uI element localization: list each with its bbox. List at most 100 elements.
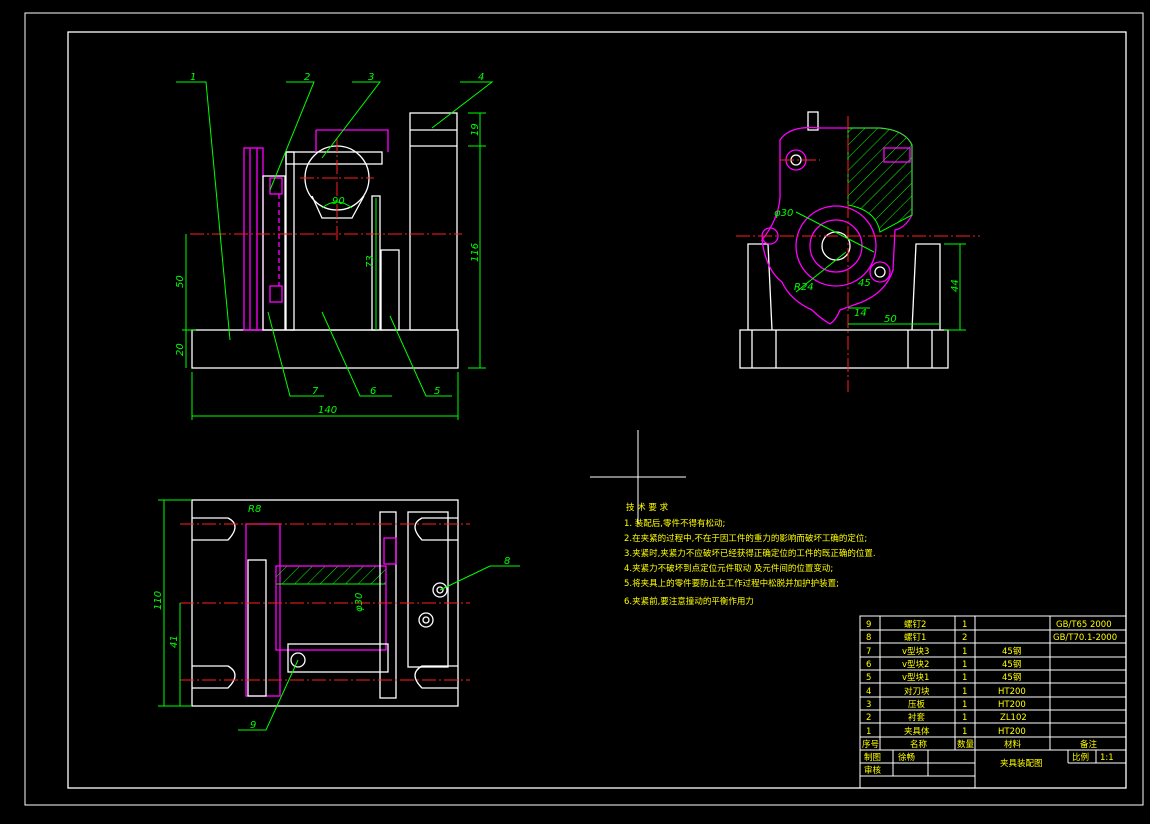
balloon-6: 6: [370, 386, 376, 397]
balloon-4: 4: [478, 72, 484, 83]
dim-110: 110: [153, 591, 164, 610]
parts-list: 9 螺钉2 1 GB/T65 2000 8 螺钉1 2 GB/T70.1-200…: [859, 615, 1127, 789]
dim-phi30-top: φ30: [354, 593, 365, 612]
balloon-5: 5: [434, 386, 440, 397]
svg-text:45钢: 45钢: [1002, 659, 1021, 670]
dim-19: 19: [470, 123, 481, 136]
tech-req-line-1: 1. 装配后,零件不得有松动;: [624, 518, 725, 529]
svg-text:45钢: 45钢: [1002, 672, 1021, 683]
dim-90: 90: [332, 196, 345, 207]
check-label: 审核: [864, 765, 882, 776]
clamp-plate: [285, 151, 383, 165]
top-view: 110 41 R8 φ30 8 9: [153, 499, 520, 731]
dim-R24: R24: [794, 282, 814, 293]
parts-row-9: 9 螺钉2 1 GB/T65 2000: [866, 619, 1112, 630]
svg-text:1: 1: [962, 713, 967, 723]
dim-140: 140: [318, 405, 337, 416]
svg-text:GB/T70.1-2000: GB/T70.1-2000: [1053, 633, 1117, 643]
parts-row-7: 7 v型块3 1 45钢: [866, 646, 1021, 657]
dim-73: 73: [365, 255, 376, 268]
svg-text:ZL102: ZL102: [1000, 713, 1027, 723]
side-view: φ30 R24 45 14 50 44: [736, 111, 980, 392]
svg-text:3: 3: [866, 700, 871, 710]
dim-phi30-side: φ30: [774, 208, 793, 219]
side-base: [739, 329, 949, 369]
tech-req-line-6: 6.夹紧前,要注意撞动的平衡作用力: [624, 596, 754, 607]
drawn-label: 制图: [864, 752, 881, 763]
parts-row-8: 8 螺钉1 2 GB/T70.1-2000: [866, 632, 1117, 643]
svg-text:5: 5: [866, 673, 871, 683]
svg-text:材料: 材料: [1004, 739, 1022, 750]
parts-row-4: 4 对刀块 1 HT200: [866, 686, 1026, 697]
svg-text:8: 8: [866, 633, 871, 643]
drawn-value: 徐畅: [898, 752, 916, 763]
svg-text:1: 1: [962, 673, 967, 683]
svg-text:衬套: 衬套: [908, 712, 926, 723]
svg-text:1: 1: [962, 700, 967, 710]
svg-text:2: 2: [962, 633, 967, 643]
svg-text:数量: 数量: [957, 739, 975, 750]
front-dimensions: 140 116 19 73 50 20 90: [175, 112, 486, 420]
parts-row-2: 2 衬套 1 ZL102: [866, 712, 1027, 723]
left-upright: [285, 151, 295, 331]
svg-text:备注: 备注: [1080, 739, 1098, 750]
section-hatch: [847, 127, 913, 233]
balloon-2: 2: [304, 72, 310, 83]
svg-text:压板: 压板: [908, 699, 926, 710]
tech-req-line-3: 3.夹紧时,夹紧力不应破坏已经获得正确定位的工件的既正确的位置.: [624, 548, 876, 559]
svg-text:2: 2: [866, 713, 871, 723]
scale-value: 1:1: [1100, 753, 1114, 763]
dim-20: 20: [175, 343, 186, 356]
svg-text:1: 1: [962, 660, 967, 670]
balloon-3: 3: [368, 72, 374, 83]
parts-row-6: 6 v型块2 1 45钢: [866, 659, 1021, 670]
dim-14: 14: [854, 308, 867, 319]
svg-text:对刀块: 对刀块: [904, 686, 930, 697]
balloon-8: 8: [504, 556, 510, 567]
svg-text:6: 6: [866, 660, 871, 670]
parts-header-row: 序号 名称 数量 材料 备注: [862, 739, 1098, 750]
svg-text:名称: 名称: [910, 739, 928, 750]
dim-R8: R8: [248, 504, 261, 515]
svg-text:HT200: HT200: [998, 687, 1026, 697]
svg-text:1: 1: [962, 687, 967, 697]
svg-text:1: 1: [962, 620, 967, 630]
svg-text:1: 1: [962, 647, 967, 657]
cad-drawing-canvas[interactable]: 140 116 19 73 50 20 90 1 2 3 4 5 6 7 φ30…: [0, 0, 1150, 824]
svg-text:序号: 序号: [862, 739, 879, 750]
svg-text:45钢: 45钢: [1002, 646, 1021, 657]
dim-50: 50: [175, 275, 186, 288]
scale-label: 比例: [1072, 752, 1089, 763]
svg-text:v型块3: v型块3: [902, 646, 929, 657]
svg-text:夹具体: 夹具体: [904, 726, 930, 737]
svg-text:9: 9: [866, 620, 871, 630]
svg-text:v型块2: v型块2: [902, 659, 929, 670]
svg-text:HT200: HT200: [998, 700, 1026, 710]
tech-req-title: 技 术 要 求: [626, 502, 669, 513]
tech-req-line-5: 5.将夹具上的零件要防止在工作过程中松脱并加护护装置;: [624, 578, 839, 589]
balloon-9: 9: [250, 720, 256, 731]
svg-text:HT200: HT200: [998, 727, 1026, 737]
svg-text:1: 1: [866, 727, 871, 737]
dim-116: 116: [470, 243, 481, 262]
svg-text:1: 1: [962, 727, 967, 737]
svg-text:螺钉2: 螺钉2: [904, 619, 926, 630]
drawing-title: 夹具装配图: [1000, 758, 1043, 769]
base-plate: [191, 329, 459, 369]
svg-text:4: 4: [866, 687, 871, 697]
dim-44: 44: [950, 279, 961, 292]
balloon-7: 7: [312, 386, 319, 397]
svg-text:v型块1: v型块1: [902, 672, 929, 683]
parts-row-5: 5 v型块1 1 45钢: [866, 672, 1021, 683]
balloon-1: 1: [190, 72, 196, 83]
parts-row-3: 3 压板 1 HT200: [866, 699, 1026, 710]
svg-text:螺钉1: 螺钉1: [904, 632, 926, 643]
tech-requirements: 技 术 要 求 1. 装配后,零件不得有松动; 2.在夹紧的过程中,不在于因工件…: [624, 502, 876, 607]
svg-text:GB/T65 2000: GB/T65 2000: [1056, 620, 1112, 630]
title-block: 制图 徐畅 审核 夹具装配图 比例 1:1: [860, 750, 1126, 788]
dim-50-side: 50: [884, 314, 897, 325]
bushing-left-disk: [243, 147, 264, 331]
dim-41: 41: [169, 635, 180, 648]
tech-req-line-2: 2.在夹紧的过程中,不在于因工件的重力的影响而破坏工确的定位;: [624, 533, 867, 544]
front-view: 140 116 19 73 50 20 90 1 2 3 4 5 6 7: [175, 72, 494, 420]
